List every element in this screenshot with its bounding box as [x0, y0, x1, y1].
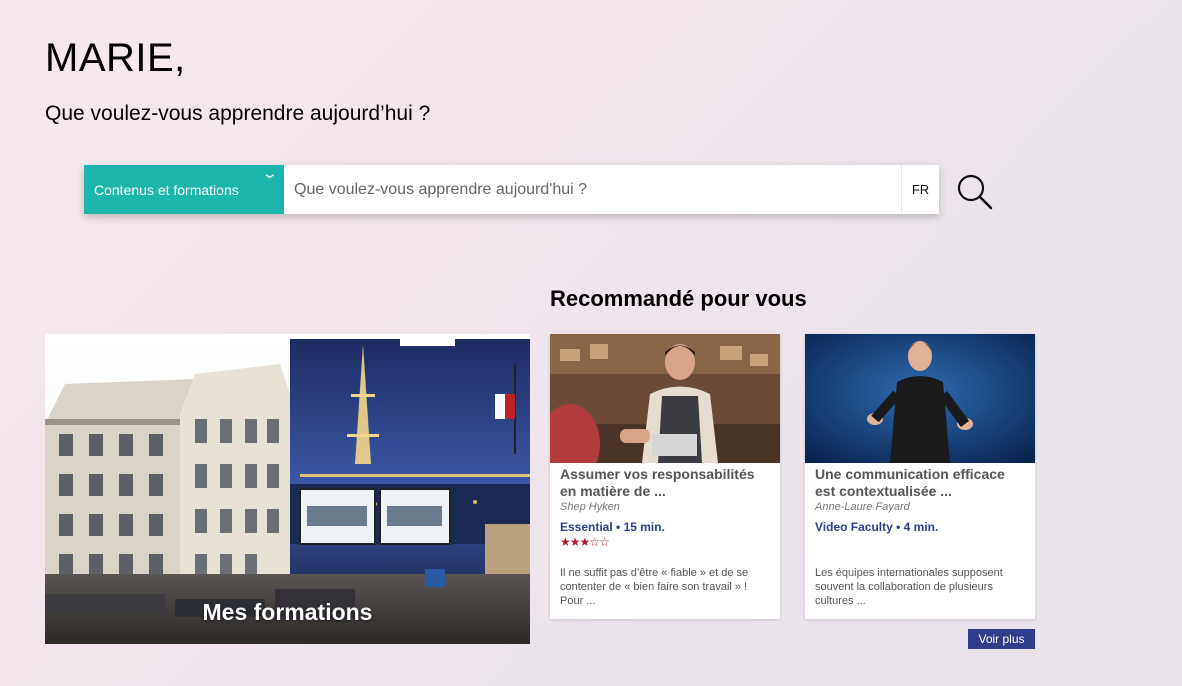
- section-title: Recommandé pour vous: [550, 286, 807, 311]
- language-selector[interactable]: FR: [901, 165, 939, 214]
- card-meta: Video Faculty • 4 min.: [815, 520, 939, 534]
- star-empty-icon: ☆: [589, 535, 600, 549]
- card-author: Shep Hyken: [560, 501, 620, 513]
- recommendation-card-2[interactable]: Une communication efficace est contextua…: [805, 334, 1035, 619]
- card-description: Les équipes internationales supposent so…: [815, 567, 1003, 607]
- card-title: Une communication efficace est contextua…: [815, 466, 1005, 499]
- search-icon[interactable]: [955, 172, 995, 212]
- card-meta: Essential • 15 min.: [560, 520, 665, 534]
- subtitle: Que voulez-vous apprendre aujourd’hui ?: [45, 102, 431, 125]
- course-thumbnail: [550, 334, 780, 463]
- rating-stars: ★★★☆☆: [560, 535, 770, 549]
- street-scene-image: [45, 334, 530, 644]
- category-label: Contenus et formations: [94, 181, 239, 198]
- chevron-down-icon: ⌄: [261, 165, 279, 181]
- card-title: Assumer vos responsabilités en matière d…: [560, 466, 755, 499]
- category-dropdown[interactable]: Contenus et formations ⌄: [84, 165, 284, 214]
- voir-plus-button[interactable]: Voir plus: [968, 629, 1035, 649]
- star-icon: ★: [560, 535, 571, 549]
- star-icon: ★: [569, 535, 581, 549]
- star-icon: ★: [579, 535, 591, 549]
- card-author: Anne-Laure Fayard: [815, 501, 910, 513]
- search-input[interactable]: [284, 165, 901, 214]
- course-thumbnail: [805, 334, 1035, 463]
- mes-formations-tile[interactable]: Mes formations: [45, 334, 530, 644]
- mes-formations-label: Mes formations: [202, 599, 373, 625]
- greeting: MARIE,: [45, 36, 186, 80]
- card-description: Il ne suffit pas d’être « fiable » et de…: [560, 567, 749, 607]
- star-empty-icon: ☆: [599, 535, 610, 549]
- recommendation-card-1[interactable]: Assumer vos responsabilités en matière d…: [550, 334, 780, 619]
- search-bar: Contenus et formations ⌄ FR: [84, 165, 939, 214]
